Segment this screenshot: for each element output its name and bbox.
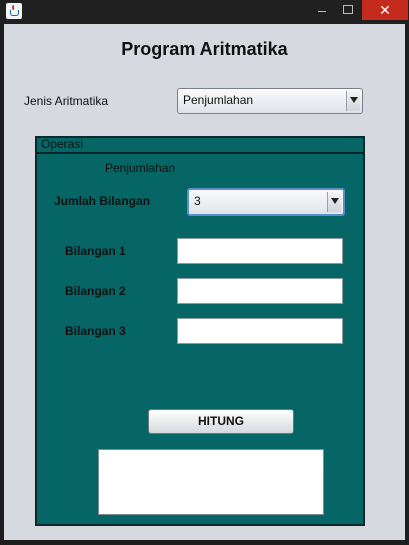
dropdown-arrow-icon[interactable] bbox=[346, 91, 360, 111]
main-frame: Program Aritmatika Jenis Aritmatika Penj… bbox=[4, 24, 405, 540]
operasi-panel: Operasi Penjumlahan Jumlah Bilangan 3 Bi… bbox=[35, 136, 365, 526]
jumlah-bilangan-value: 3 bbox=[194, 194, 201, 208]
window-titlebar: ✕ bbox=[0, 0, 409, 24]
bilangan-3-input[interactable] bbox=[177, 318, 343, 344]
operasi-panel-title: Operasi bbox=[41, 137, 84, 151]
hitung-button[interactable]: HITUNG bbox=[148, 409, 294, 434]
dropdown-arrow-icon[interactable] bbox=[327, 192, 341, 212]
bilangan-2-input[interactable] bbox=[177, 278, 343, 304]
jenis-aritmatika-value: Penjumlahan bbox=[183, 93, 254, 107]
operasi-panel-header: Operasi bbox=[37, 137, 363, 154]
result-textarea[interactable] bbox=[98, 449, 324, 515]
maximize-icon[interactable] bbox=[336, 0, 360, 20]
bilangan-2-label: Bilangan 2 bbox=[65, 284, 126, 298]
bilangan-1-label: Bilangan 1 bbox=[65, 244, 126, 258]
bilangan-1-input[interactable] bbox=[177, 238, 343, 264]
operation-mode-label: Penjumlahan bbox=[105, 161, 176, 175]
bilangan-3-label: Bilangan 3 bbox=[65, 324, 126, 338]
jumlah-bilangan-label: Jumlah Bilangan bbox=[54, 194, 151, 208]
jenis-aritmatika-select[interactable]: Penjumlahan bbox=[177, 88, 363, 114]
minimize-icon[interactable] bbox=[312, 0, 332, 20]
page-title: Program Aritmatika bbox=[121, 39, 288, 59]
jenis-aritmatika-label: Jenis Aritmatika bbox=[24, 94, 109, 108]
jumlah-bilangan-select[interactable]: 3 bbox=[187, 188, 345, 216]
close-icon[interactable]: ✕ bbox=[362, 0, 408, 20]
java-app-icon bbox=[6, 3, 22, 19]
